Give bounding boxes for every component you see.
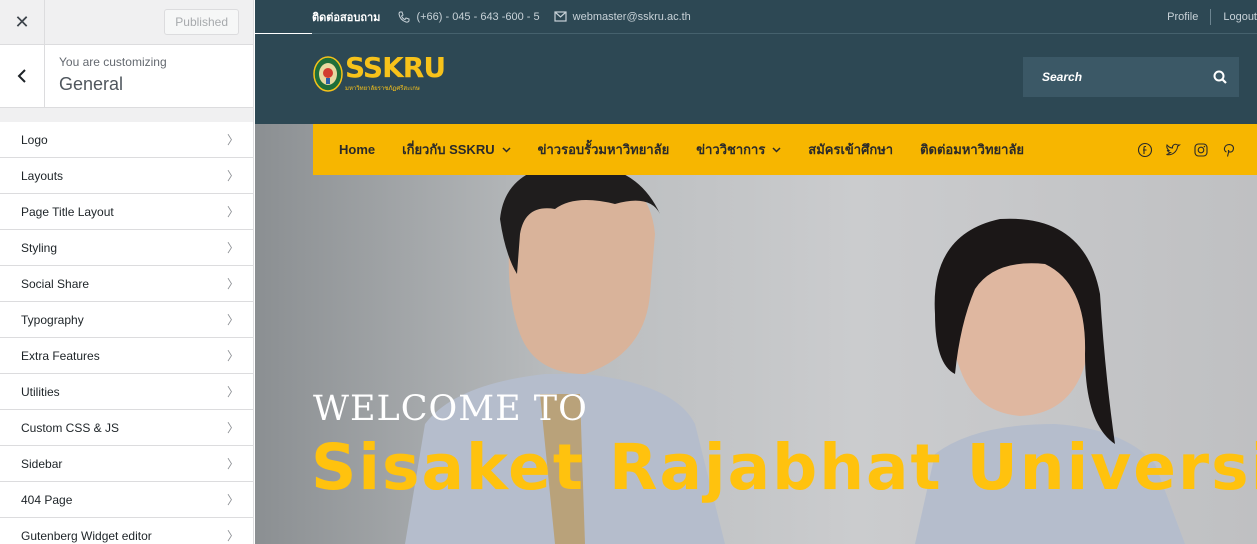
close-customizer-button[interactable]: ✕	[0, 0, 45, 44]
section-title: General	[59, 74, 124, 94]
mail-icon	[554, 11, 567, 22]
site-preview: ติดต่อสอบถาม (+66) - 045 - 643 -600 - 5 …	[255, 0, 1257, 544]
site-header: SSKRU มหาวิทยาลัยราชภัฏศรีสะเกษ Search	[255, 34, 1257, 124]
logo-text: SSKRU	[345, 51, 446, 84]
chevron-right-icon: 〉	[226, 241, 239, 255]
section-item-styling[interactable]: Styling 〉	[0, 230, 253, 266]
chevron-right-icon: 〉	[226, 205, 239, 219]
profile-link[interactable]: Profile	[1167, 11, 1198, 23]
section-item-label: Page Title Layout	[21, 204, 114, 219]
chevron-right-icon: 〉	[226, 421, 239, 435]
instagram-icon[interactable]	[1193, 142, 1209, 158]
nav-item-campus-news[interactable]: ข่าวรอบรั้วมหาวิทยาลัย	[538, 139, 670, 160]
chevron-right-icon: 〉	[226, 385, 239, 399]
top-bar: ติดต่อสอบถาม (+66) - 045 - 643 -600 - 5 …	[255, 0, 1257, 33]
section-item-social-share[interactable]: Social Share 〉	[0, 266, 253, 302]
section-item-custom-css-js[interactable]: Custom CSS & JS 〉	[0, 410, 253, 446]
search-icon[interactable]	[1213, 70, 1227, 84]
pinterest-icon[interactable]	[1221, 142, 1237, 158]
section-item-label: Typography	[21, 312, 84, 327]
email-contact[interactable]: webmaster@sskru.ac.th	[554, 11, 691, 23]
chevron-left-icon	[17, 69, 26, 83]
chevron-down-icon	[502, 146, 511, 153]
nav-item-label: ติดต่อมหาวิทยาลัย	[920, 142, 1025, 157]
customizer-section-list: Logo 〉 Layouts 〉 Page Title Layout 〉 Stylin…	[0, 122, 253, 544]
section-item-label: Gutenberg Widget editor	[21, 528, 152, 543]
logo-subtext: มหาวิทยาลัยราชภัฏศรีสะเกษ	[345, 86, 420, 92]
section-item-404-page[interactable]: 404 Page 〉	[0, 482, 253, 518]
nav-item-label: สมัครเข้าศึกษา	[808, 142, 894, 157]
phone-number: (+66) - 045 - 643 -600 - 5	[416, 10, 540, 23]
phone-contact[interactable]: (+66) - 045 - 643 -600 - 5	[398, 10, 540, 23]
nav-item-label: ข่าวรอบรั้วมหาวิทยาลัย	[537, 142, 670, 157]
chevron-right-icon: 〉	[226, 133, 239, 147]
section-item-utilities[interactable]: Utilities 〉	[0, 374, 253, 410]
section-item-label: Layouts	[21, 168, 64, 183]
nav-item-label: เกี่ยวกับ SSKRU	[402, 142, 495, 157]
section-item-layouts[interactable]: Layouts 〉	[0, 158, 253, 194]
chevron-right-icon: 〉	[226, 349, 239, 363]
section-item-typography[interactable]: Typography 〉	[0, 302, 253, 338]
contact-label: ติดต่อสอบถาม	[312, 11, 381, 24]
nav-item-admission[interactable]: สมัครเข้าศึกษา	[808, 139, 893, 160]
chevron-right-icon: 〉	[226, 529, 239, 543]
section-item-page-title-layout[interactable]: Page Title Layout 〉	[0, 194, 253, 230]
phone-icon	[398, 11, 410, 23]
nav-item-home[interactable]: Home	[339, 142, 375, 157]
divider	[1210, 8, 1212, 25]
section-item-sidebar[interactable]: Sidebar 〉	[0, 446, 253, 482]
logout-link[interactable]: Logout	[1223, 11, 1257, 23]
social-links	[1137, 142, 1237, 158]
email-address: webmaster@sskru.ac.th	[572, 10, 691, 23]
chevron-right-icon: 〉	[226, 493, 239, 507]
search-input[interactable]: Search	[1042, 70, 1082, 84]
section-item-logo[interactable]: Logo 〉	[0, 122, 253, 158]
search-box[interactable]: Search	[1023, 57, 1239, 97]
chevron-down-icon	[772, 146, 781, 153]
section-item-label: Sidebar	[21, 456, 63, 471]
nav-item-label: ข่าววิชาการ	[696, 142, 766, 157]
hero-welcome-text: WELCOME TO	[313, 389, 588, 429]
section-item-label: Styling	[21, 240, 58, 255]
customizing-label: You are customizing	[59, 55, 167, 69]
section-item-gutenberg-widget-editor[interactable]: Gutenberg Widget editor 〉	[0, 518, 253, 544]
chevron-right-icon: 〉	[226, 457, 239, 471]
publish-button[interactable]: Published	[164, 9, 239, 35]
section-item-label: Custom CSS & JS	[21, 420, 120, 435]
site-logo[interactable]: SSKRU มหาวิทยาลัยราชภัฏศรีสะเกษ	[313, 51, 446, 93]
hero-university-name: Sisaket Rajabhat University	[311, 431, 1257, 504]
nav-item-about-sskru[interactable]: เกี่ยวกับ SSKRU	[402, 139, 511, 160]
section-item-label: Extra Features	[21, 348, 100, 363]
section-item-label: Social Share	[21, 276, 90, 291]
nav-item-label: Home	[339, 142, 376, 157]
facebook-icon[interactable]	[1137, 142, 1153, 158]
main-navigation: Home เกี่ยวกับ SSKRU ข่าวรอบรั้วมหาวิทยา…	[313, 124, 1257, 175]
section-item-label: Logo	[21, 132, 48, 147]
chevron-right-icon: 〉	[226, 277, 239, 291]
back-button[interactable]	[0, 45, 45, 107]
university-seal-icon	[313, 55, 343, 92]
section-item-label: Utilities	[21, 384, 60, 399]
chevron-right-icon: 〉	[226, 169, 239, 183]
twitter-icon[interactable]	[1165, 142, 1181, 158]
customizer-sidebar: ✕ Published You are customizing General …	[0, 0, 254, 544]
close-icon: ✕	[14, 11, 30, 32]
section-item-extra-features[interactable]: Extra Features 〉	[0, 338, 253, 374]
customizer-section-info: You are customizing General	[0, 45, 253, 108]
customizer-header: ✕ Published	[0, 0, 253, 45]
nav-item-contact-university[interactable]: ติดต่อมหาวิทยาลัย	[920, 139, 1024, 160]
nav-item-academic-news[interactable]: ข่าววิชาการ	[696, 139, 781, 160]
chevron-right-icon: 〉	[226, 313, 239, 327]
section-item-label: 404 Page	[21, 492, 73, 507]
